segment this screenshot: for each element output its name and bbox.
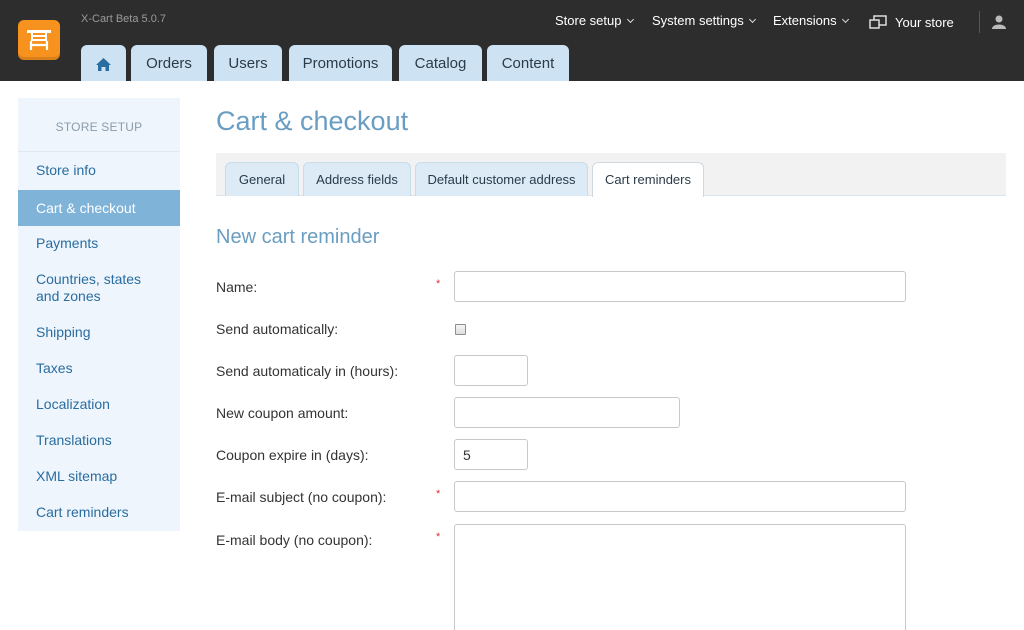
chevron-down-icon bbox=[748, 15, 756, 24]
store-setup-label: Store setup bbox=[555, 13, 622, 28]
sidebar-item-shipping[interactable]: Shipping bbox=[18, 324, 180, 341]
name-input[interactable] bbox=[454, 271, 906, 302]
email-subject-input[interactable] bbox=[454, 481, 906, 512]
tab-default-customer-address[interactable]: Default customer address bbox=[415, 162, 588, 196]
sidebar-item-translations[interactable]: Translations bbox=[18, 432, 180, 449]
your-store-label: Your store bbox=[895, 15, 954, 30]
home-icon bbox=[96, 58, 111, 71]
tab-address-fields[interactable]: Address fields bbox=[303, 162, 411, 196]
sidebar-item-cart-checkout[interactable]: Cart & checkout bbox=[18, 190, 180, 226]
sidebar-item-xml-sitemap[interactable]: XML sitemap bbox=[18, 468, 180, 485]
tab-cart-reminders[interactable]: Cart reminders bbox=[592, 162, 704, 197]
sidebar-item-store-info[interactable]: Store info bbox=[18, 162, 180, 179]
sidebar-item-localization[interactable]: Localization bbox=[18, 396, 180, 413]
tab-orders[interactable]: Orders bbox=[131, 45, 207, 81]
sidebar-item-taxes[interactable]: Taxes bbox=[18, 360, 180, 377]
send-automatically-checkbox[interactable] bbox=[455, 324, 466, 335]
sidebar-item-cart-reminders[interactable]: Cart reminders bbox=[18, 504, 180, 521]
store-setup-menu[interactable]: Store setup bbox=[555, 13, 634, 28]
send-in-hours-label: Send automaticaly in (hours): bbox=[216, 363, 399, 379]
page-title: Cart & checkout bbox=[216, 106, 409, 136]
user-menu[interactable] bbox=[992, 13, 1006, 30]
store-window-icon bbox=[869, 15, 887, 29]
tab-catalog[interactable]: Catalog bbox=[399, 45, 482, 81]
coupon-expire-input[interactable] bbox=[454, 439, 528, 470]
tab-general[interactable]: General bbox=[225, 162, 299, 196]
store-setup-sidebar: STORE SETUP Store info Cart & checkout P… bbox=[18, 98, 180, 531]
top-bar: X-Cart Beta 5.0.7 Store setup System set… bbox=[0, 0, 1024, 81]
email-body-label: E-mail body (no coupon): bbox=[216, 532, 373, 548]
tab-users[interactable]: Users bbox=[214, 45, 282, 81]
sidebar-heading: STORE SETUP bbox=[18, 98, 180, 152]
tab-content[interactable]: Content bbox=[487, 45, 569, 81]
coupon-amount-label: New coupon amount: bbox=[216, 405, 349, 421]
extensions-label: Extensions bbox=[773, 13, 837, 28]
coupon-amount-input[interactable] bbox=[454, 397, 680, 428]
sidebar-item-payments[interactable]: Payments bbox=[18, 235, 180, 252]
tab-promotions[interactable]: Promotions bbox=[289, 45, 392, 81]
email-subject-label: E-mail subject (no coupon): bbox=[216, 489, 387, 505]
tab-home[interactable] bbox=[81, 45, 126, 81]
section-title: New cart reminder bbox=[216, 226, 380, 248]
coupon-expire-label: Coupon expire in (days): bbox=[216, 447, 369, 463]
name-required-mark: * bbox=[436, 278, 441, 290]
your-store-link[interactable]: Your store bbox=[869, 13, 954, 30]
nav-divider bbox=[979, 11, 980, 33]
name-label: Name: bbox=[216, 279, 258, 295]
user-icon bbox=[992, 15, 1006, 29]
email-subject-required-mark: * bbox=[436, 488, 441, 500]
chevron-down-icon bbox=[841, 15, 849, 24]
settings-tabs: General Address fields Default customer … bbox=[216, 153, 1006, 197]
system-settings-label: System settings bbox=[652, 13, 744, 28]
email-body-textarea[interactable] bbox=[454, 524, 906, 630]
extensions-menu[interactable]: Extensions bbox=[773, 13, 849, 28]
send-in-hours-input[interactable] bbox=[454, 355, 528, 386]
send-automatically-label: Send automatically: bbox=[216, 321, 339, 337]
email-body-required-mark: * bbox=[436, 531, 441, 543]
chevron-down-icon bbox=[626, 15, 634, 24]
top-nav: Store setup System settings Extensions Y… bbox=[0, 11, 1024, 33]
system-settings-menu[interactable]: System settings bbox=[652, 13, 756, 28]
sidebar-item-countries-states-zones[interactable]: Countries, states and zones bbox=[18, 271, 168, 305]
